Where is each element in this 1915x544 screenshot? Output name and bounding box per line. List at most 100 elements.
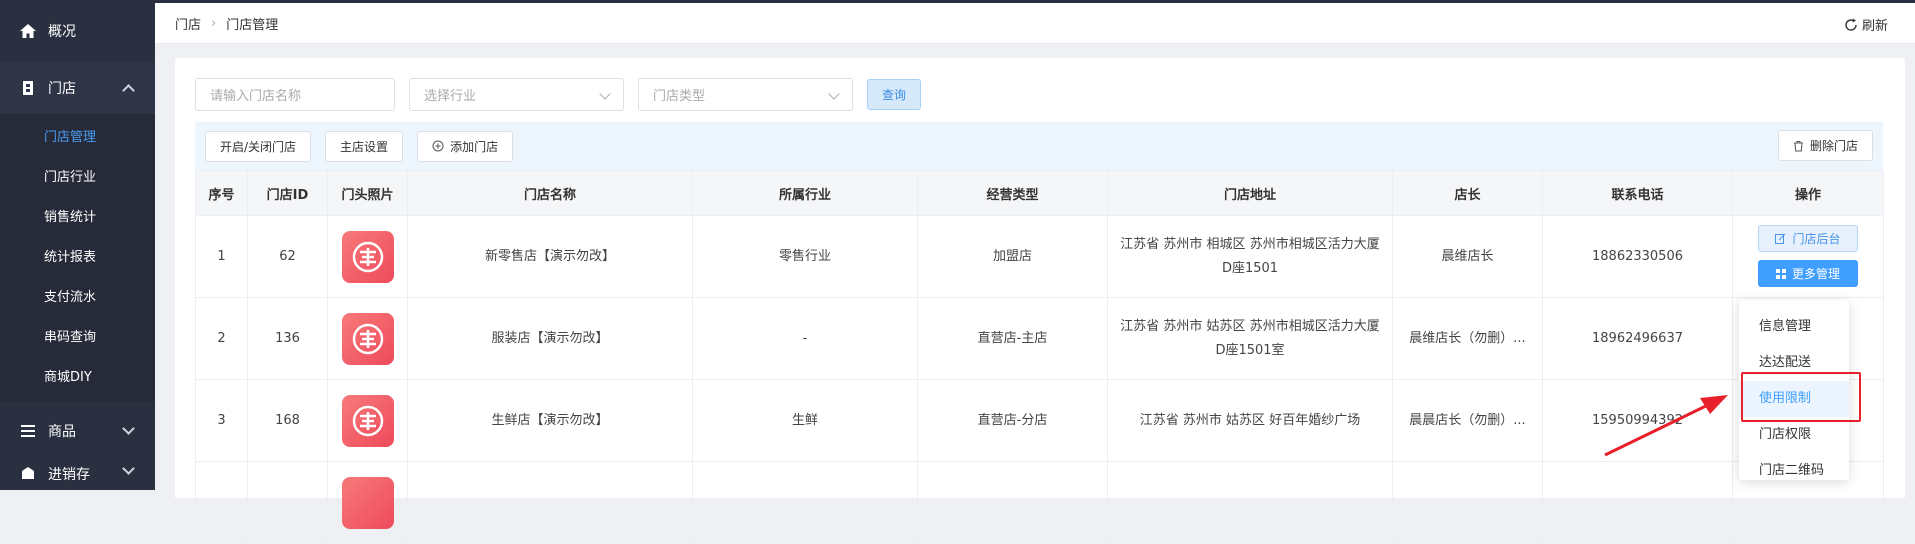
sidebar-item-serial-query[interactable]: 串码查询 <box>0 318 155 358</box>
warehouse-icon <box>18 464 38 482</box>
cell-phone: 18862330506 <box>1542 215 1733 298</box>
edit-icon <box>1775 233 1786 245</box>
column-header: 店长 <box>1392 170 1543 216</box>
refresh-button[interactable]: 刷新 <box>1844 15 1888 34</box>
add-store-label: 添加门店 <box>450 139 499 154</box>
cell-index: 3 <box>195 379 248 462</box>
toggle-store-button[interactable]: 开启/关闭门店 <box>205 130 312 162</box>
store-name-placeholder: 请输入门店名称 <box>210 89 302 104</box>
store-backend-label: 门店后台 <box>1792 231 1841 246</box>
delete-store-label: 删除门店 <box>1809 139 1858 153</box>
more-management-button[interactable]: 更多管理 <box>1758 260 1858 288</box>
sidebar-item-label: 商品 <box>48 424 76 440</box>
store-type-select[interactable]: 门店类型 <box>638 78 853 111</box>
cell-industry: 生鲜 <box>692 379 918 462</box>
store-icon <box>18 79 38 97</box>
chevron-up-icon <box>122 84 135 97</box>
cell-address: 江苏省 苏州市 姑苏区 好百年婚纱广场 <box>1107 379 1393 462</box>
content-panel: 请输入门店名称 选择行业 门店类型 查询 开启/关闭门店 主店设置 添加门店 删… <box>175 58 1905 544</box>
cell-store-id: 62 <box>247 215 328 298</box>
sidebar-item-store-industry[interactable]: 门店行业 <box>0 158 155 198</box>
store-logo-icon <box>341 394 394 447</box>
refresh-icon <box>1845 18 1857 31</box>
industry-placeholder: 选择行业 <box>424 89 477 104</box>
sidebar-item-store-management[interactable]: 门店管理 <box>0 118 155 158</box>
cell-manager: 晨维店长（勿删）... <box>1392 297 1543 380</box>
column-header: 门店名称 <box>407 170 693 216</box>
cell-address: 江苏省 苏州市 姑苏区 苏州市相城区活力大厦D座1501室 <box>1107 297 1393 380</box>
sidebar-item-mall-diy[interactable]: 商城DIY <box>0 358 155 398</box>
add-store-button[interactable]: 添加门店 <box>417 130 514 162</box>
breadcrumb-item-current: 门店管理 <box>226 17 279 33</box>
column-header: 联系电话 <box>1542 170 1733 216</box>
sidebar-item-goods[interactable]: 商品 <box>0 402 155 460</box>
cell-photo <box>327 379 408 462</box>
chevron-down-icon <box>122 422 135 435</box>
cell-business-type: 直营店-分店 <box>917 379 1108 462</box>
more-management-label: 更多管理 <box>1791 266 1840 281</box>
cell-industry: - <box>692 297 918 380</box>
cell-store-id: 136 <box>247 297 328 380</box>
sidebar-item-stats-report[interactable]: 统计报表 <box>0 238 155 278</box>
column-header: 序号 <box>195 170 248 216</box>
sidebar-item-store[interactable]: 门店 <box>0 62 155 114</box>
cell-store-name: 生鲜店【演示勿改】 <box>407 379 693 462</box>
sidebar: 概况 门店 门店管理 门店行业 销售统计 统计报表 支付流水 串码查询 商城DI… <box>0 0 155 490</box>
sidebar-item-overview[interactable]: 概况 <box>0 0 155 62</box>
sidebar-item-sales-stats[interactable]: 销售统计 <box>0 198 155 238</box>
query-button[interactable]: 查询 <box>867 79 922 110</box>
cell-photo <box>327 297 408 380</box>
cell-store-name: 新零售店【演示勿改】 <box>407 215 693 298</box>
sidebar-item-label: 概况 <box>48 24 76 40</box>
store-name-input[interactable]: 请输入门店名称 <box>195 78 395 111</box>
trash-icon <box>1793 140 1803 151</box>
menu-item-store-qrcode[interactable]: 门店二维码 <box>1739 453 1849 489</box>
cell-phone: 18962496637 <box>1542 297 1733 380</box>
annotation-highlight-box <box>1741 372 1861 422</box>
industry-select[interactable]: 选择行业 <box>409 78 624 111</box>
top-bar: 门店 › 门店管理 刷新 <box>155 0 1915 44</box>
breadcrumb-separator-icon: › <box>211 15 217 31</box>
column-header: 所属行业 <box>692 170 918 216</box>
cell-phone: 15950994392 <box>1542 379 1733 462</box>
cell-index: 1 <box>195 215 248 298</box>
delete-store-button[interactable]: 删除门店 <box>1777 130 1873 161</box>
filter-bar: 请输入门店名称 选择行业 门店类型 查询 <box>195 78 922 111</box>
cell-manager: 晨晨店长（勿删）... <box>1392 379 1543 462</box>
chevron-down-icon <box>122 462 135 475</box>
sidebar-item-payment-flow[interactable]: 支付流水 <box>0 278 155 318</box>
store-backend-button[interactable]: 门店后台 <box>1758 225 1858 253</box>
breadcrumb-item-store[interactable]: 门店 <box>175 14 201 33</box>
store-table: 序号 门店ID 门头照片 门店名称 所属行业 经营类型 门店地址 店长 联系电话… <box>195 170 1884 544</box>
chevron-down-icon <box>599 88 611 100</box>
column-header: 经营类型 <box>917 170 1108 216</box>
cell-address: 江苏省 苏州市 相城区 苏州市相城区活力大厦D座1501 <box>1107 215 1393 298</box>
store-logo-icon <box>341 476 394 529</box>
refresh-label: 刷新 <box>1861 19 1888 34</box>
sidebar-item-label: 进销存 <box>48 467 90 483</box>
sidebar-item-inventory[interactable]: 进销存 <box>0 460 155 490</box>
column-header: 门头照片 <box>327 170 408 216</box>
table-row: 1 62 新零售店【演示勿改】 零售行业 加盟店 江苏省 苏州市 相城区 苏州市… <box>195 215 1884 298</box>
main-store-settings-button[interactable]: 主店设置 <box>325 130 404 162</box>
sidebar-item-label: 门店 <box>48 81 76 97</box>
table-row <box>195 461 1884 544</box>
home-icon <box>18 22 38 40</box>
plus-circle-icon <box>432 140 444 152</box>
grid-icon <box>1775 268 1786 279</box>
cell-photo <box>327 461 408 544</box>
menu-icon <box>18 422 38 440</box>
menu-item-info-management[interactable]: 信息管理 <box>1739 309 1849 345</box>
main-area: 门店 › 门店管理 刷新 请输入门店名称 选择行业 门店类型 查询 开启/关闭门… <box>155 0 1915 544</box>
cell-business-type: 直营店-主店 <box>917 297 1108 380</box>
cell-manager: 晨维店长 <box>1392 215 1543 298</box>
store-logo-icon <box>341 230 394 283</box>
table-row: 2 136 服装店【演示勿改】 - 直营店-主店 江苏省 苏州市 姑苏区 苏州市… <box>195 297 1884 380</box>
table-row: 3 168 生鲜店【演示勿改】 生鲜 直营店-分店 江苏省 苏州市 姑苏区 好百… <box>195 379 1884 462</box>
cell-index: 2 <box>195 297 248 380</box>
menu-item-store-permissions[interactable]: 门店权限 <box>1739 417 1849 453</box>
cell-business-type: 加盟店 <box>917 215 1108 298</box>
store-type-placeholder: 门店类型 <box>653 89 706 104</box>
store-logo-icon <box>341 312 394 365</box>
cell-actions: 门店后台 更多管理 <box>1732 215 1884 298</box>
